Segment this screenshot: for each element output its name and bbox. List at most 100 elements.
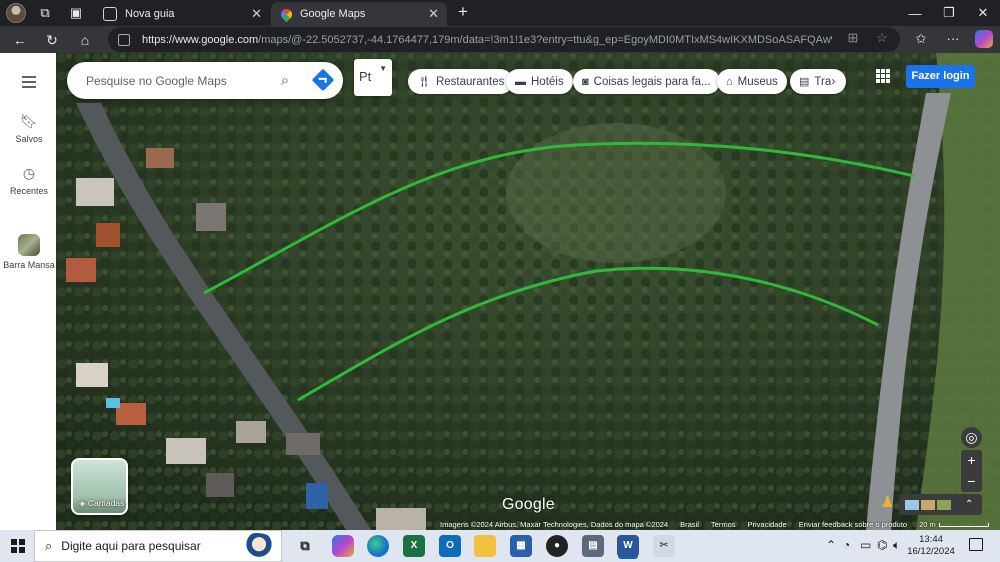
sidebar-item-recentes[interactable]: ◷ Recentes: [3, 164, 55, 196]
caret-down-icon[interactable]: ▼: [379, 64, 387, 73]
clock-date: 16/12/2024: [907, 546, 955, 557]
word-icon[interactable]: W: [617, 535, 639, 557]
map-imagery: [56, 53, 1000, 530]
taskbar-clock[interactable]: 13:44 16/12/2024: [906, 534, 956, 558]
task-view-icon[interactable]: ⧉: [294, 535, 316, 557]
footer-link-brasil[interactable]: Brasil: [680, 520, 699, 529]
scale-label: 20 m: [919, 520, 936, 529]
volume-icon[interactable]: 🔈︎: [893, 538, 900, 553]
transit-icon: ▤: [799, 76, 810, 88]
history-icon: ◷: [22, 165, 36, 181]
copilot-taskbar-icon[interactable]: [332, 535, 354, 557]
workspaces-icon[interactable]: ⧉: [35, 3, 55, 23]
tab-google-maps[interactable]: Google Maps ✕: [271, 2, 447, 26]
home-icon[interactable]: ⌂: [75, 30, 95, 50]
copilot-icon[interactable]: [975, 30, 993, 48]
apps-grid-icon[interactable]: [876, 69, 890, 83]
lock-icon[interactable]: [118, 33, 130, 46]
expand-up-icon[interactable]: ⌃: [965, 499, 973, 510]
tray-app-icon[interactable]: ◔: [843, 538, 850, 552]
back-arrow-icon[interactable]: ←: [10, 30, 30, 50]
favorites-icon[interactable]: ✩: [912, 30, 930, 48]
chip-coisas-legais[interactable]: ◙ Coisas legais para fa...: [573, 69, 720, 94]
minimize-icon[interactable]: —: [898, 0, 932, 26]
tab-title: Google Maps: [300, 8, 366, 20]
tab-nova-guia[interactable]: Nova guia ✕: [95, 2, 270, 26]
search-box[interactable]: ⌕: [67, 62, 343, 99]
layers-button[interactable]: ◈ Camadas: [71, 458, 128, 515]
reload-icon[interactable]: ↻: [42, 30, 62, 50]
edge-icon[interactable]: [367, 535, 389, 557]
page-viewport: 🔖︎ Salvos ◷ Recentes Barra Mansa Pesquis…: [0, 53, 1000, 530]
chip-label: Museus: [737, 75, 778, 88]
search-input[interactable]: [84, 72, 264, 89]
profile-avatar[interactable]: [6, 3, 26, 23]
network-icon[interactable]: ⌬: [877, 538, 887, 552]
zoom-out-button[interactable]: −: [961, 471, 982, 492]
close-window-icon[interactable]: ✕: [966, 0, 1000, 26]
outlook-icon[interactable]: O: [439, 535, 461, 557]
footer-link-termos[interactable]: Termos: [711, 520, 736, 529]
menu-icon[interactable]: [22, 76, 36, 88]
camera-icon: ◙: [582, 75, 589, 88]
media-app-icon[interactable]: ●: [546, 535, 568, 557]
favorite-star-icon[interactable]: ☆: [874, 30, 890, 46]
login-button[interactable]: Fazer login: [906, 65, 975, 88]
sidebar-item-label: Recentes: [9, 186, 49, 196]
new-tab-favicon-icon: [103, 7, 117, 21]
footer-link-feedback[interactable]: Enviar feedback sobre o produto: [799, 520, 907, 529]
windows-start-icon[interactable]: [11, 539, 25, 553]
browser-titlebar: ⧉ ▣ Nova guia ✕ Google Maps ✕ + — ❐ ✕: [0, 0, 1000, 26]
close-tab-icon[interactable]: ✕: [428, 6, 439, 22]
restore-icon[interactable]: ❐: [932, 0, 966, 26]
taskbar-search-placeholder: Digite aqui para pesquisar: [61, 539, 201, 553]
taskbar-search[interactable]: ⌕ Digite aqui para pesquisar: [34, 530, 282, 562]
fork-knife-icon: 🍴︎: [417, 76, 431, 88]
input-language-box[interactable]: Pt ▼: [354, 59, 392, 96]
windows-taskbar: ⌕ Digite aqui para pesquisar ⧉ X O ▦ ● ▤…: [0, 530, 1000, 562]
search-icon[interactable]: ⌕: [275, 71, 295, 91]
chip-museus[interactable]: ⌂ Museus: [717, 69, 787, 94]
excel-icon[interactable]: X: [403, 535, 425, 557]
file-explorer-icon[interactable]: [474, 535, 496, 557]
pegman-icon[interactable]: ♟: [880, 493, 895, 514]
scale-control[interactable]: 20 m: [919, 520, 989, 529]
sidebar-item-label: Barra Mansa: [3, 260, 55, 270]
url-path: /maps/@-22.5052737,-44.1764477,179m/data…: [258, 33, 832, 46]
bed-icon: ▬: [515, 75, 526, 88]
imagery-strip[interactable]: ⌃: [899, 494, 982, 515]
directions-icon[interactable]: [311, 68, 335, 92]
chip-hoteis[interactable]: ▬ Hotéis: [506, 69, 573, 94]
clock-time: 13:44: [919, 534, 943, 545]
vertical-tabs-icon[interactable]: ▣: [66, 3, 86, 23]
more-menu-icon[interactable]: ···: [944, 30, 962, 48]
sidebar-item-barra-mansa[interactable]: Barra Mansa: [3, 234, 55, 270]
chip-restaurantes[interactable]: 🍴︎ Restaurantes: [408, 69, 514, 94]
close-tab-icon[interactable]: ✕: [251, 6, 262, 22]
sidebar-item-salvos[interactable]: 🔖︎ Salvos: [3, 112, 55, 144]
footer-link-privacidade[interactable]: Privacidade: [748, 520, 787, 529]
imagery-attribution: Imagens ©2024 Airbus, Maxar Technologies…: [440, 520, 669, 529]
chevron-right-icon[interactable]: ›: [825, 73, 842, 90]
place-thumbnail: [18, 234, 40, 256]
museum-icon: ⌂: [726, 75, 733, 88]
search-highlight-image[interactable]: [237, 533, 277, 561]
bookmark-icon: 🔖︎: [20, 113, 38, 129]
address-bar[interactable]: https://www.google.com/maps/@-22.5052737…: [108, 27, 900, 52]
layers-label: ◈ Camadas: [79, 498, 125, 508]
zoom-in-button[interactable]: +: [961, 450, 982, 471]
google-logo: Google: [502, 496, 555, 513]
tray-chevron-up-icon[interactable]: ⌃: [826, 538, 836, 552]
notifications-icon[interactable]: [969, 538, 983, 551]
url-text[interactable]: https://www.google.com/maps/@-22.5052737…: [142, 34, 832, 46]
my-location-icon[interactable]: ◎: [961, 427, 982, 448]
new-tab-button[interactable]: +: [453, 2, 473, 22]
calculator-icon[interactable]: ▤: [582, 535, 604, 557]
snipping-tool-icon[interactable]: ✂: [653, 535, 675, 557]
battery-icon[interactable]: ▭: [860, 538, 871, 552]
satellite-map[interactable]: [56, 53, 1000, 530]
layers-text: Camadas: [87, 498, 125, 508]
store-icon[interactable]: ▦: [510, 535, 532, 557]
app-available-icon[interactable]: ⊞: [845, 30, 861, 46]
language-label: Pt: [359, 69, 372, 84]
